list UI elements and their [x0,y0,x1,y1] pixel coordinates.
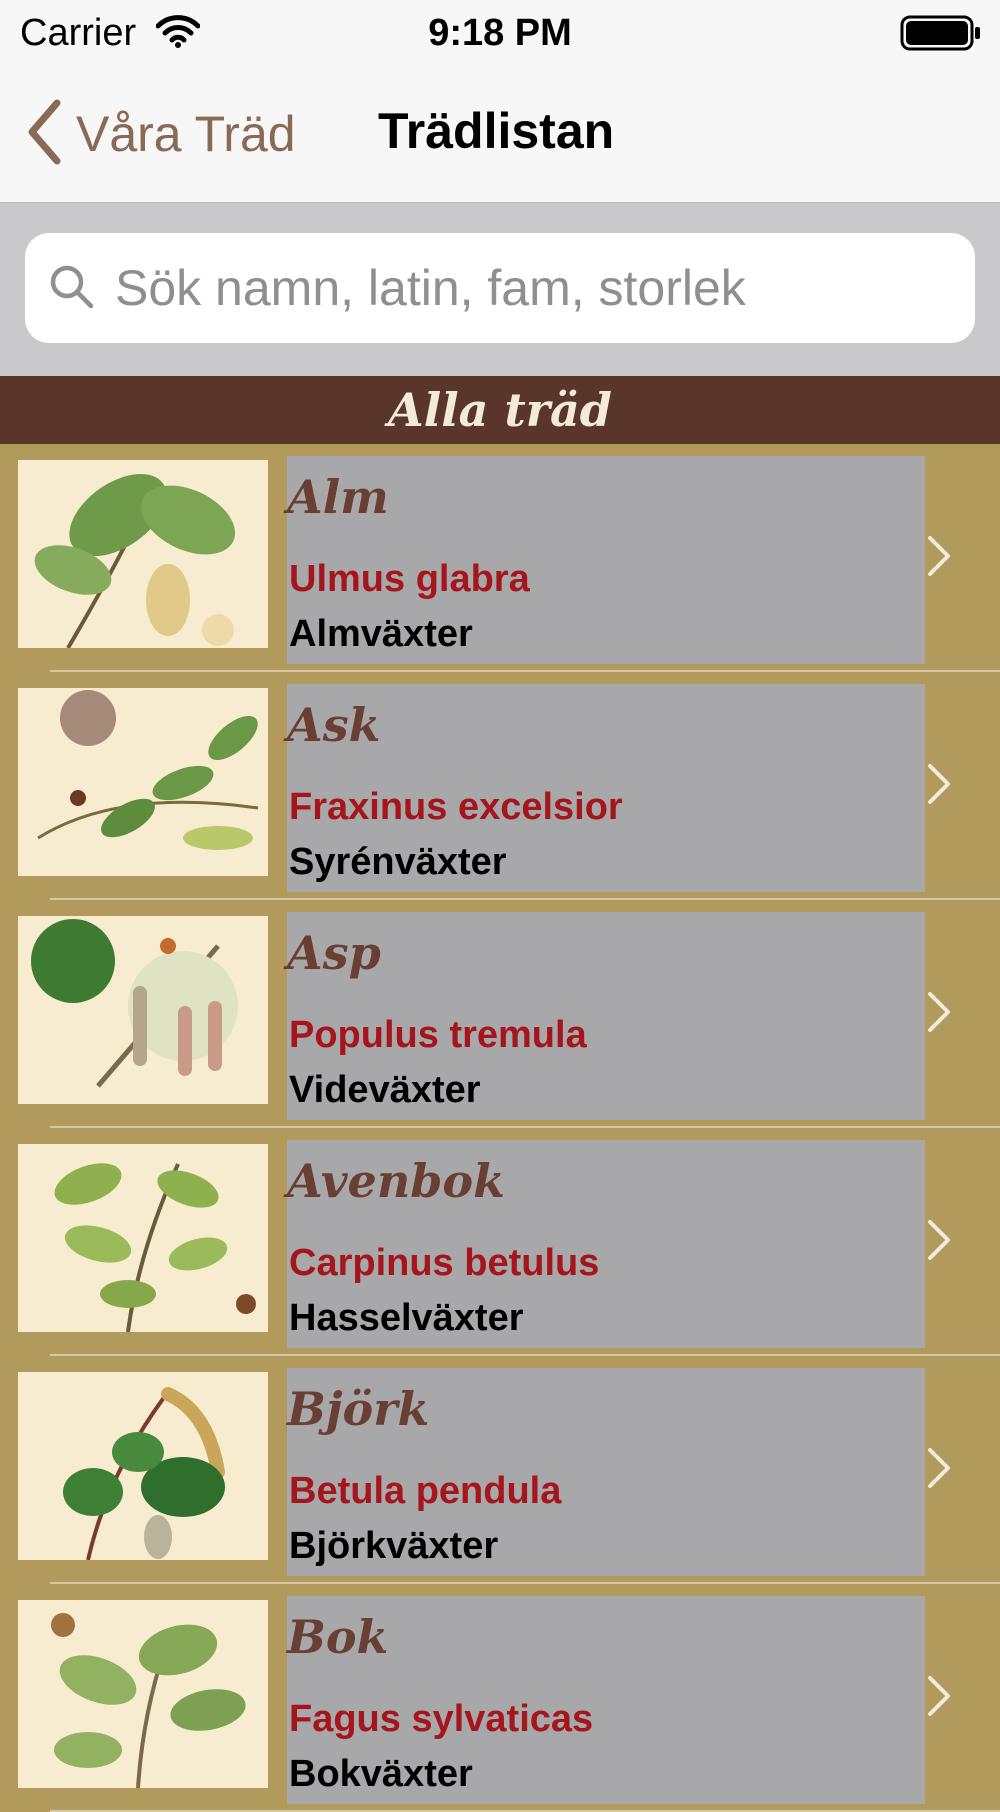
search-input[interactable] [113,258,937,318]
tree-name: Bok [287,1610,389,1664]
list-item[interactable]: Ask Fraxinus excelsior Syrénväxter [0,672,1000,900]
list-item[interactable]: Alm Ulmus glabra Almväxter [0,444,1000,672]
tree-info-card: Björk Betula pendula Björkväxter [287,1368,925,1576]
tree-latin-name: Betula pendula [289,1470,562,1512]
chevron-right-icon [925,1446,953,1495]
tree-family: Björkväxter [289,1525,499,1567]
page-title: Trädlistan [378,103,615,159]
tree-name: Ask [287,698,381,752]
tree-name: Asp [287,926,381,980]
list-item[interactable]: Asp Populus tremula Videväxter [0,900,1000,1128]
navigation-bar: Våra Träd Trädlistan [0,66,1000,203]
tree-info-card: Ask Fraxinus excelsior Syrénväxter [287,684,925,892]
chevron-right-icon [925,534,953,583]
tree-family: Videväxter [289,1069,481,1111]
back-label: Våra Träd [76,106,296,162]
tree-family: Almväxter [289,613,473,655]
battery-icon [900,14,982,57]
chevron-right-icon [925,1674,953,1723]
search-bar [0,203,1000,376]
tree-list: Alm Ulmus glabra Almväxter Ask Fraxinus … [0,444,1000,1812]
tree-info-card: Avenbok Carpinus betulus Hasselväxter [287,1140,925,1348]
tree-family: Hasselväxter [289,1297,524,1339]
tree-latin-name: Carpinus betulus [289,1242,600,1284]
tree-info-card: Bok Fagus sylvaticas Bokväxter [287,1596,925,1804]
back-button[interactable]: Våra Träd [24,96,296,172]
tree-latin-name: Populus tremula [289,1014,587,1056]
tree-name: Björk [287,1382,430,1436]
tree-illustration-image [18,460,268,648]
tree-latin-name: Ulmus glabra [289,558,530,600]
search-icon [25,262,95,315]
clock: 9:18 PM [428,12,572,54]
tree-family: Bokväxter [289,1753,473,1795]
tree-name: Alm [287,470,389,524]
chevron-right-icon [925,990,953,1039]
tree-illustration-image [18,916,268,1104]
search-field[interactable] [25,233,975,343]
tree-illustration-image [18,1144,268,1332]
chevron-left-icon [24,97,64,172]
section-header: Alla träd [0,376,1000,444]
list-item[interactable]: Björk Betula pendula Björkväxter [0,1356,1000,1584]
chevron-right-icon [925,1218,953,1267]
tree-illustration-image [18,688,268,876]
tree-name: Avenbok [287,1154,505,1208]
chevron-right-icon [925,762,953,811]
tree-family: Syrénväxter [289,841,507,883]
tree-latin-name: Fraxinus excelsior [289,786,623,828]
list-item[interactable]: Avenbok Carpinus betulus Hasselväxter [0,1128,1000,1356]
tree-info-card: Alm Ulmus glabra Almväxter [287,456,925,664]
tree-info-card: Asp Populus tremula Videväxter [287,912,925,1120]
status-bar: Carrier 9:18 PM [0,0,1000,66]
tree-illustration-image [18,1372,268,1560]
tree-latin-name: Fagus sylvaticas [289,1698,594,1740]
tree-illustration-image [18,1600,268,1788]
